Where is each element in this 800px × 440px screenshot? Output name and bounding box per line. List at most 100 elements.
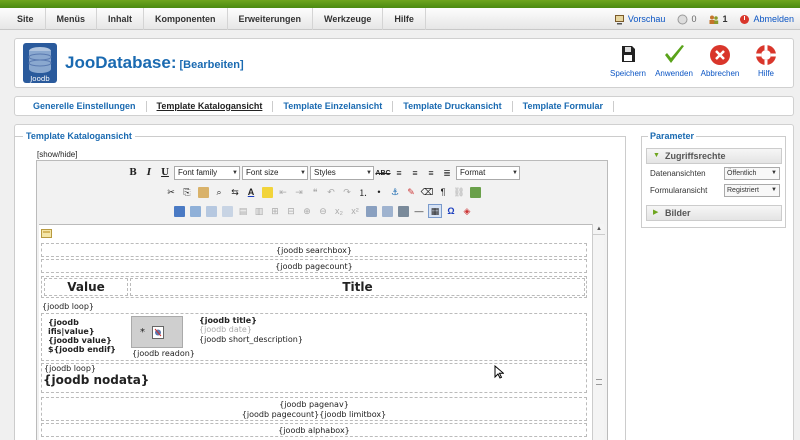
scroll-up-arrow[interactable]: ▲	[593, 224, 605, 235]
editor-anchor-icon	[41, 229, 52, 238]
menu-components[interactable]: Komponenten	[144, 8, 228, 30]
accordion-access-rights[interactable]: ▼ Zugriffsrechte	[646, 148, 782, 164]
pilcrow-icon[interactable]: ¶	[436, 185, 450, 199]
undo-icon[interactable]: ↶	[324, 185, 338, 199]
tab-form-template[interactable]: Template Formular	[513, 100, 614, 112]
subscript-icon[interactable]: x₂	[332, 204, 346, 218]
pagecount-placeholder: {joodb pagecount}	[41, 259, 587, 273]
paste-icon[interactable]	[196, 185, 210, 199]
ordered-list-icon[interactable]: ⒈	[356, 185, 370, 199]
special-char-icon[interactable]: Ω	[444, 204, 458, 218]
outdent-icon[interactable]: ⇤	[276, 185, 290, 199]
show-hide-toggle[interactable]: [show/hide]	[37, 150, 77, 159]
font-family-select[interactable]: Font family	[174, 166, 240, 180]
parameter-panel: Parameter ▼ Zugriffsrechte Datenansichte…	[641, 131, 786, 228]
styles-select[interactable]: Styles	[310, 166, 374, 180]
menu-extensions[interactable]: Erweiterungen	[228, 8, 314, 30]
insert-row-icon[interactable]: ⊕	[300, 204, 314, 218]
tab-print-template[interactable]: Template Druckansicht	[393, 100, 513, 112]
redo-icon[interactable]: ↷	[340, 185, 354, 199]
table-row-props-icon[interactable]: ⊞	[268, 204, 282, 218]
edit-css-icon[interactable]	[204, 204, 218, 218]
column-header-title: Title	[130, 278, 585, 296]
table-cell-props-icon[interactable]: ⊟	[284, 204, 298, 218]
accordion-images[interactable]: ▶ Bilder	[646, 205, 782, 221]
blockquote-icon[interactable]: ❝	[308, 185, 322, 199]
text-color-icon[interactable]: A	[244, 185, 258, 199]
checkmark-icon	[665, 45, 684, 63]
scroll-grip[interactable]	[596, 379, 602, 385]
logout-link[interactable]: Abmelden	[739, 14, 794, 25]
menu-tools[interactable]: Werkzeuge	[313, 8, 384, 30]
align-justify-icon[interactable]: ≣	[440, 166, 454, 180]
tab-catalog-template[interactable]: Template Katalogansicht	[147, 100, 274, 112]
superscript-icon[interactable]: x²	[348, 204, 362, 218]
print-icon[interactable]	[396, 204, 410, 218]
media-icon[interactable]	[380, 204, 394, 218]
copy-icon[interactable]: ⎘	[180, 185, 194, 199]
readon-tag: {joodb readon}	[132, 349, 195, 358]
find-icon[interactable]: ⌕	[212, 185, 226, 199]
alphabox-placeholder: {joodb alphabox}	[41, 423, 587, 437]
html-source-icon[interactable]: ◈	[460, 204, 474, 218]
tab-single-template[interactable]: Template Einzelansicht	[273, 100, 394, 112]
delete-row-icon[interactable]: ⊖	[316, 204, 330, 218]
table-icon[interactable]	[364, 204, 378, 218]
remove-format-icon[interactable]: ⌫	[420, 185, 434, 199]
param-row-data-views: Datenansichten Öffentlich	[650, 167, 782, 181]
underline-button[interactable]: U	[158, 166, 172, 180]
font-size-select[interactable]: Font size	[242, 166, 308, 180]
cut-icon[interactable]: ✂	[164, 185, 178, 199]
form-view-select[interactable]: Registriert	[724, 184, 780, 197]
users-count[interactable]: 1	[708, 14, 727, 25]
replace-icon[interactable]: ⇆	[228, 185, 242, 199]
apply-button[interactable]: Anwenden	[653, 43, 695, 78]
bullet-list-icon[interactable]: •	[372, 185, 386, 199]
visual-aid-icon[interactable]: ▦	[428, 204, 442, 218]
strikethrough-button[interactable]: ABC	[375, 166, 390, 180]
loop-row	[41, 313, 587, 361]
column-header-value: Value	[44, 278, 128, 296]
expanded-arrow-icon: ▼	[653, 152, 660, 159]
item-description-tag: {joodb short_description}	[199, 335, 303, 344]
cleanup-icon[interactable]: ✎	[404, 185, 418, 199]
horizontal-rule-icon[interactable]: —	[412, 204, 426, 218]
messages-count[interactable]: 0	[677, 14, 696, 25]
fullscreen-icon[interactable]	[172, 204, 186, 218]
menu-content[interactable]: Inhalt	[97, 8, 145, 30]
link-icon[interactable]: ⛓	[452, 185, 466, 199]
editor-toolbar-row-1: B I U Font family Font size Styles ABC ≡…	[37, 164, 609, 182]
anchor-icon[interactable]: ⚓	[388, 185, 402, 199]
bold-button[interactable]: B	[126, 166, 140, 180]
loop-start-tag: {joodb loop}	[42, 302, 94, 311]
editor-scrollbar[interactable]: ▲	[592, 224, 605, 440]
item-title-tag: {joodb title}	[199, 316, 257, 325]
preview-icon[interactable]	[188, 204, 202, 218]
help-button[interactable]: Hilfe	[745, 43, 787, 78]
align-center-icon[interactable]: ≡	[408, 166, 422, 180]
tab-general-settings[interactable]: Generelle Einstellungen	[23, 100, 147, 112]
align-left-icon[interactable]: ≡	[392, 166, 406, 180]
image-icon[interactable]	[468, 185, 482, 199]
indent-icon[interactable]: ⇥	[292, 185, 306, 199]
align-right-icon[interactable]: ≡	[424, 166, 438, 180]
italic-button[interactable]: I	[142, 166, 156, 180]
close-icon	[710, 45, 730, 65]
move-layer-icon[interactable]: ▥	[252, 204, 266, 218]
menu-menus[interactable]: Menüs	[46, 8, 98, 30]
format-select[interactable]: Format	[456, 166, 520, 180]
template-icon[interactable]	[220, 204, 234, 218]
ifis-block: {joodb ifis|value} {joodb value} ${joodb…	[48, 318, 116, 354]
cancel-button[interactable]: Abbrechen	[699, 43, 741, 78]
loop-end-tag: {joodb loop}	[44, 364, 96, 373]
preview-link[interactable]: Vorschau	[614, 14, 665, 25]
nodata-tag: {joodb nodata}	[43, 373, 150, 387]
menu-help[interactable]: Hilfe	[383, 8, 426, 30]
main-menu: Site Menüs Inhalt Komponenten Erweiterun…	[6, 8, 426, 30]
highlight-icon[interactable]	[260, 185, 274, 199]
save-button[interactable]: Speichern	[607, 43, 649, 78]
menu-site[interactable]: Site	[6, 8, 46, 30]
insert-layer-icon[interactable]: ▤	[236, 204, 250, 218]
item-date-tag: {joodb date}	[199, 325, 252, 334]
data-views-select[interactable]: Öffentlich	[724, 167, 780, 180]
